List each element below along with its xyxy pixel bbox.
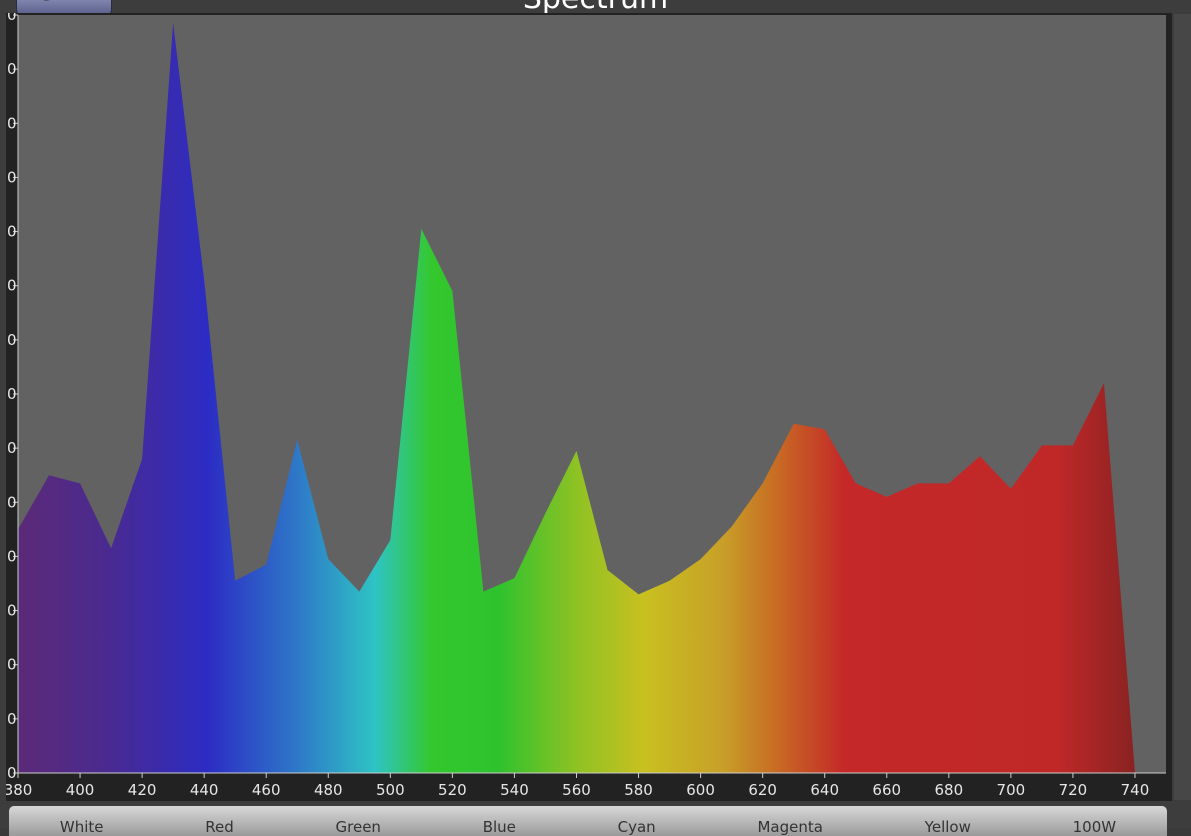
preset-red-button[interactable]: Red xyxy=(205,806,234,836)
x-tick-label: 500 xyxy=(376,781,405,799)
preset-magenta-button[interactable]: Magenta xyxy=(757,806,822,836)
preset-blue-button[interactable]: Blue xyxy=(483,806,516,836)
y-tick-label: 0 xyxy=(7,223,17,241)
x-tick-label: 440 xyxy=(190,781,219,799)
x-tick-label: 740 xyxy=(1121,781,1150,799)
x-tick-label: 580 xyxy=(624,781,653,799)
x-tick-label: 660 xyxy=(872,781,901,799)
y-tick-label: 0 xyxy=(7,547,17,565)
x-tick-label: 560 xyxy=(562,781,591,799)
preset-yellow-button[interactable]: Yellow xyxy=(925,806,971,836)
y-tick-label: 0 xyxy=(7,277,17,295)
x-tick-label: 420 xyxy=(128,781,157,799)
y-tick-label: 0 xyxy=(7,656,17,674)
x-tick-label: 540 xyxy=(500,781,529,799)
spectrum-chart-svg: 380 400 420 440 460 480 500 520 540 560 580 600 620 6… xyxy=(6,13,1172,801)
x-tick-label: 480 xyxy=(314,781,343,799)
preset-white-button[interactable]: White xyxy=(60,806,104,836)
x-tick-label: 400 xyxy=(66,781,95,799)
y-tick-label: 0 xyxy=(7,60,17,78)
x-tick-label: 460 xyxy=(252,781,281,799)
window-title: Spectrum xyxy=(0,0,1191,14)
y-tick-label: 0 xyxy=(7,168,17,186)
y-tick-label: 0 xyxy=(7,13,17,24)
y-tick-label: 0 xyxy=(7,602,17,620)
preset-green-button[interactable]: Green xyxy=(336,806,381,836)
x-tick-label: 640 xyxy=(810,781,839,799)
x-tick-label: 380 xyxy=(6,781,32,799)
y-tick-label: 0 xyxy=(7,385,17,403)
right-edge-panel xyxy=(1174,14,1191,800)
y-tick-label: 0 xyxy=(7,439,17,457)
color-preset-bar: White Red Green Blue Cyan Magenta Yellow… xyxy=(9,806,1167,836)
y-tick-label: 0 xyxy=(7,114,17,132)
x-tick-label: 620 xyxy=(748,781,777,799)
spectrum-chart: 380 400 420 440 460 480 500 520 540 560 580 600 620 6… xyxy=(6,13,1172,801)
preset-100w-button[interactable]: 100W xyxy=(1073,806,1116,836)
x-tick-label: 520 xyxy=(438,781,467,799)
preset-cyan-button[interactable]: Cyan xyxy=(618,806,656,836)
x-tick-label: 700 xyxy=(997,781,1026,799)
y-tick-label: 0 xyxy=(7,710,17,728)
x-tick-label: 720 xyxy=(1059,781,1088,799)
x-tick-label: 680 xyxy=(934,781,963,799)
y-tick-label: 0 xyxy=(7,493,17,511)
y-tick-label: 0 xyxy=(7,764,17,782)
y-tick-label: 0 xyxy=(7,331,17,349)
x-tick-label: 600 xyxy=(686,781,715,799)
